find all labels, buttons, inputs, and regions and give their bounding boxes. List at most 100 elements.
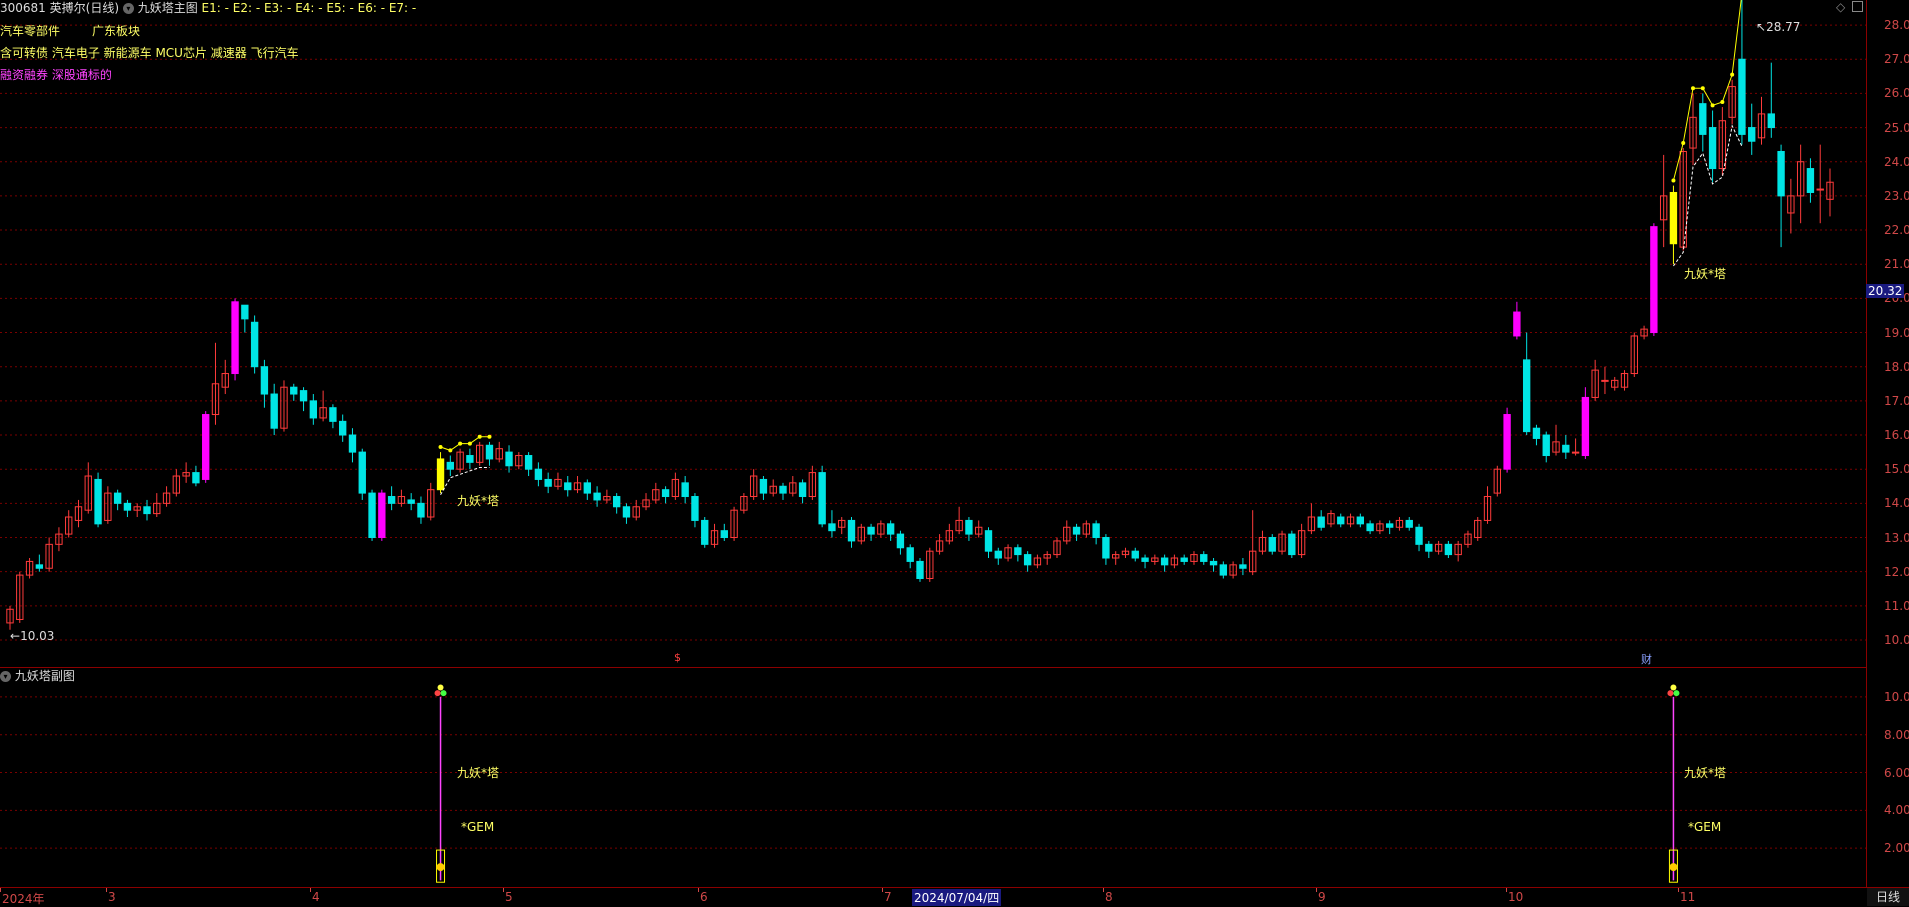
candle-body [906, 547, 914, 562]
candle-body [661, 489, 670, 498]
candle-body [1209, 560, 1218, 566]
price-tick-label: 14.00 [1884, 496, 1909, 511]
event-mark-dividend[interactable]: $ [674, 651, 681, 664]
candle-body [202, 414, 210, 480]
flower-icon [437, 684, 444, 691]
candle-body [994, 550, 1002, 559]
signal-dot [458, 441, 463, 446]
signal-dot [438, 444, 443, 449]
price-tick-label: 27.00 [1884, 52, 1909, 67]
candle-body [1023, 554, 1032, 566]
candle-body [1571, 451, 1580, 454]
candle-body [358, 451, 366, 494]
candle-body [1562, 444, 1570, 453]
date-tick-mark [882, 888, 883, 892]
date-tick-mark [503, 888, 504, 892]
arrow-left-icon: ↖ [1756, 20, 1767, 34]
sub-indicator-chart[interactable] [0, 668, 1867, 887]
candle-body [1356, 516, 1365, 525]
candle-body [1581, 396, 1590, 457]
sub-tick-label: 10.00 [1884, 689, 1909, 704]
candlestick-chart[interactable] [0, 0, 1867, 668]
flower-icon [440, 690, 447, 697]
candle-body [1180, 557, 1188, 562]
candle-body [691, 496, 699, 521]
candle-body [847, 519, 856, 542]
candle-body [368, 492, 376, 539]
candle-body [1014, 547, 1022, 556]
date-tick-label: 3 [108, 890, 116, 904]
date-tick-label: 5 [505, 890, 513, 904]
date-tick-label: 2024年 [2, 892, 45, 906]
signal-dot [477, 434, 482, 439]
candle-body [622, 506, 631, 518]
candle-body [250, 321, 259, 368]
date-tick-mark [106, 888, 107, 892]
candle-body [378, 492, 386, 539]
candle-body [231, 301, 239, 375]
event-mark-finance[interactable]: 财 [1641, 651, 1652, 667]
date-tick-mark [1678, 888, 1679, 892]
arrow-left-icon: ← [10, 629, 21, 643]
price-tick-label: 25.00 [1884, 120, 1909, 135]
candle-body [1522, 359, 1531, 433]
candle-body [1219, 564, 1228, 576]
candle-body [818, 472, 826, 525]
flower-icon [1673, 690, 1680, 697]
candle-body [916, 560, 924, 580]
candle-body [896, 533, 905, 549]
candle-body [270, 393, 278, 429]
candle-body [1160, 557, 1169, 566]
price-tick-label: 17.00 [1884, 393, 1909, 408]
candle-body [984, 530, 993, 552]
candle-body [329, 407, 337, 422]
candle-body [1738, 58, 1746, 135]
candle-body [1268, 537, 1276, 552]
price-tick-label: 12.00 [1884, 564, 1909, 579]
candle-body [1317, 516, 1325, 528]
date-tick-label: 4 [312, 890, 320, 904]
period-button[interactable]: 日线 [1867, 887, 1909, 906]
candle-body [1708, 127, 1717, 170]
price-tick-label: 23.00 [1884, 188, 1909, 203]
coin-icon [1669, 863, 1678, 872]
low-price-value: 10.03 [20, 629, 55, 643]
candle-body [299, 390, 308, 402]
price-tick-label: 13.00 [1884, 530, 1909, 545]
candle-body [544, 478, 552, 487]
candle-body [1767, 113, 1775, 129]
candle-body [446, 461, 455, 470]
price-tick-label: 21.00 [1884, 257, 1909, 272]
candle-body [1444, 543, 1453, 556]
candle-body [1415, 526, 1423, 545]
candle-body [436, 458, 445, 491]
candle-body [612, 496, 621, 508]
candle-body [1288, 533, 1296, 556]
high-price-label: ↖28.77 [1756, 20, 1800, 34]
signal-dot [1691, 86, 1696, 91]
date-axis[interactable]: 2024/07/04/四 2024年 3 4 5 6 7 8 9 10 11 [0, 887, 1867, 906]
candle-body [339, 420, 347, 436]
candle-body [1777, 150, 1785, 197]
flower-icon [1670, 684, 1677, 691]
candle-body [1748, 127, 1756, 142]
signal-dot [1681, 140, 1686, 145]
candle-body [35, 564, 44, 569]
candle-body [1239, 564, 1247, 569]
flower-icon [434, 690, 441, 697]
candle-body [1542, 434, 1550, 457]
candle-body [583, 482, 591, 494]
date-tick-label: 11 [1680, 890, 1696, 904]
price-tick-label: 16.00 [1884, 428, 1909, 443]
cursor-date: 2024/07/04/四 [912, 889, 1002, 906]
sub-tick-label: 6.00 [1884, 765, 1909, 780]
sub-signal-2-gem: *GEM [1688, 820, 1722, 834]
price-tick-label: 11.00 [1884, 598, 1909, 613]
date-tick-mark [1316, 888, 1317, 892]
candle-body [309, 400, 318, 419]
flower-icon [1667, 690, 1674, 697]
candle-body [701, 519, 709, 545]
signal-dot [1730, 72, 1735, 77]
price-tick-label: 28.00 [1884, 18, 1909, 33]
candle-body [779, 485, 787, 494]
